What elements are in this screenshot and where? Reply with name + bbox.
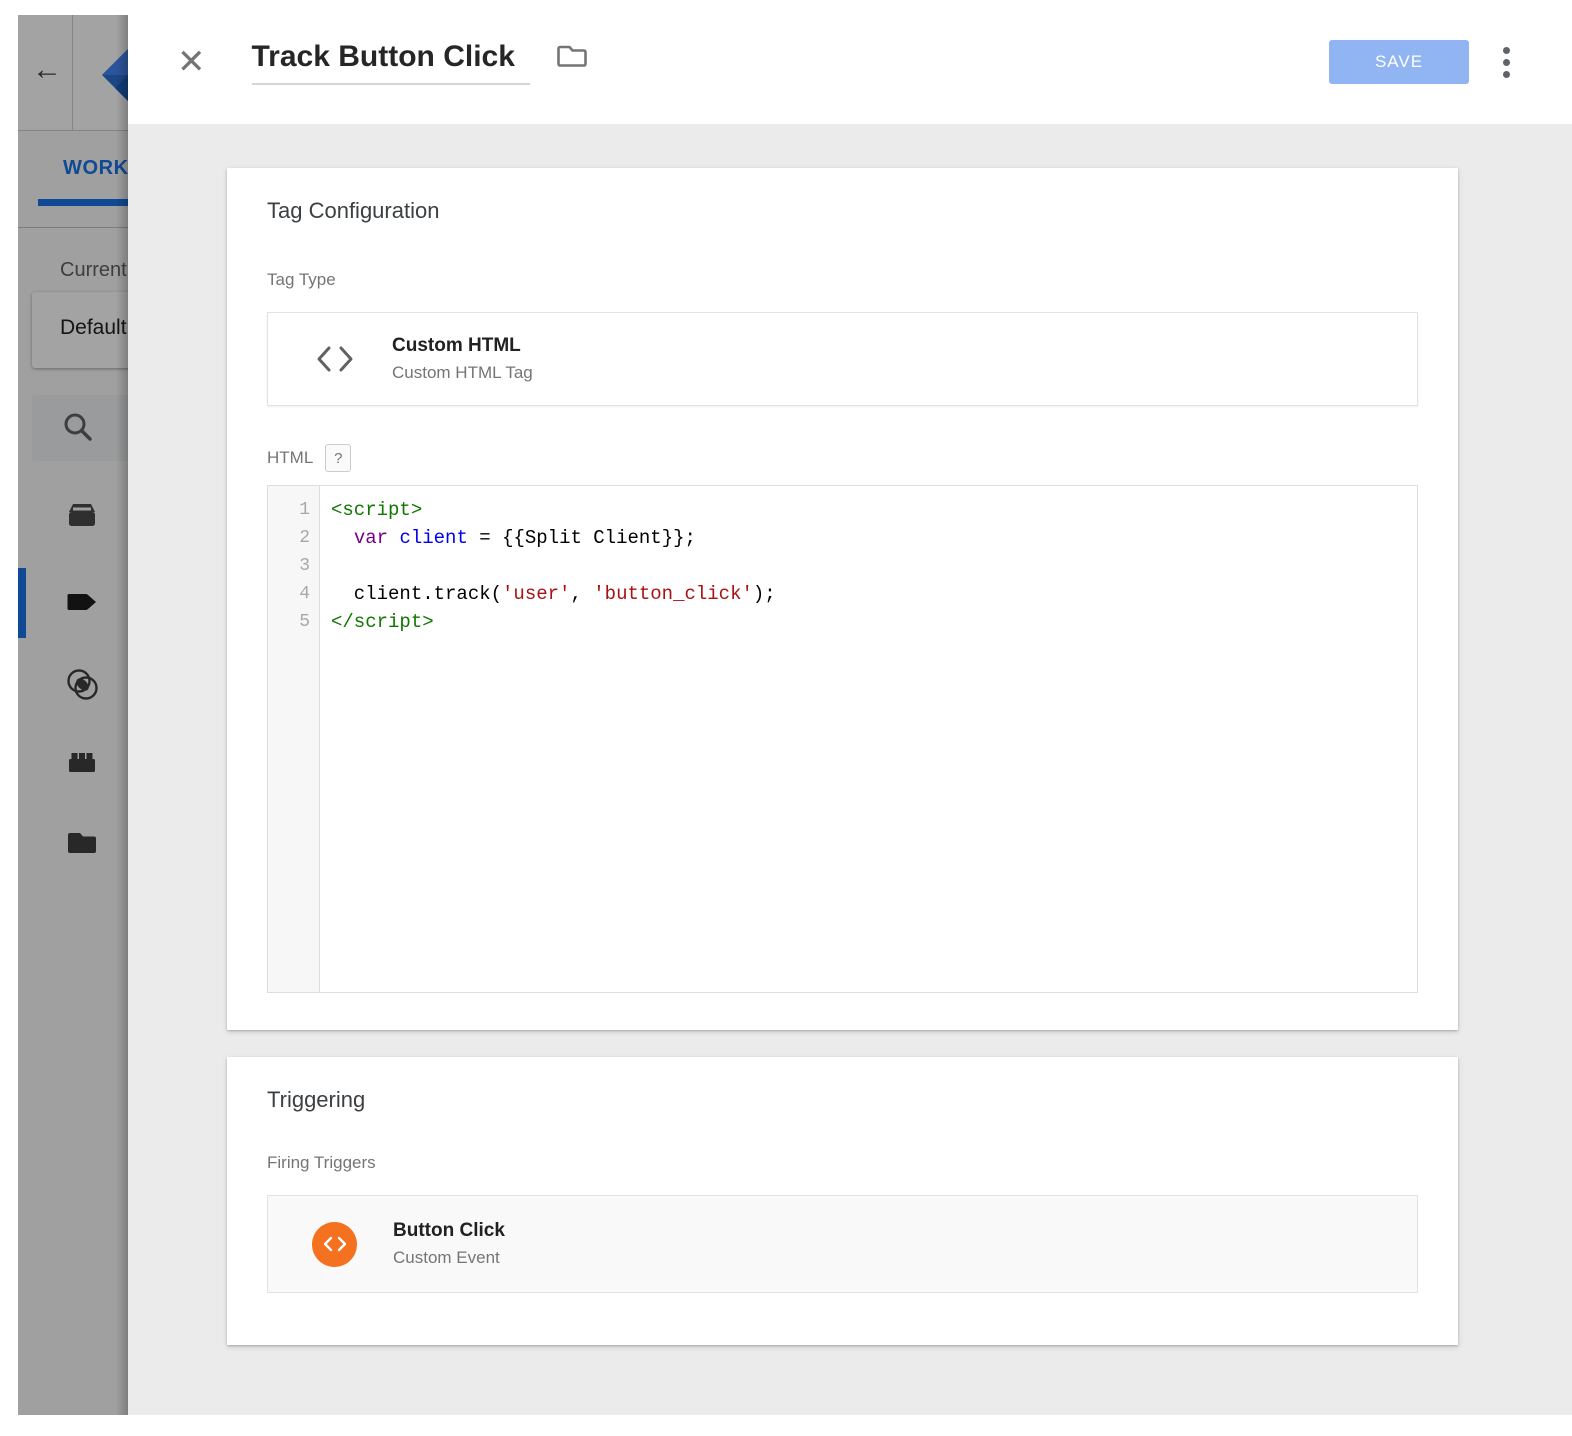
tag-name-value: Track Button Click — [252, 40, 515, 73]
tag-name-field[interactable]: Track Button Click — [252, 40, 530, 85]
tag-configuration-card: Tag Configuration Tag Type Custom HTML C… — [227, 168, 1458, 1030]
html-label: HTML — [267, 448, 313, 468]
code-brackets-icon — [314, 345, 356, 373]
tag-type-selector[interactable]: Custom HTML Custom HTML Tag — [267, 312, 1418, 406]
trigger-row[interactable]: Button Click Custom Event — [267, 1195, 1418, 1293]
trigger-text: Button Click Custom Event — [393, 1220, 505, 1268]
modal-header: ✕ Track Button Click SAVE — [128, 0, 1572, 124]
tag-type-label: Tag Type — [267, 270, 1418, 290]
code-editor[interactable]: 12345 <script> var client = {{Split Clie… — [267, 485, 1418, 993]
firing-triggers-label: Firing Triggers — [267, 1153, 1418, 1173]
trigger-type: Custom Event — [393, 1248, 505, 1268]
folder-icon[interactable] — [556, 42, 588, 75]
save-button[interactable]: SAVE — [1329, 40, 1469, 84]
help-icon[interactable]: ? — [325, 444, 351, 472]
html-label-row: HTML ? — [267, 444, 1418, 472]
modal-body: Tag Configuration Tag Type Custom HTML C… — [128, 124, 1572, 1345]
tag-editor-modal: ✕ Track Button Click SAVE Tag Configurat… — [128, 0, 1572, 1415]
more-options-icon[interactable] — [1503, 47, 1510, 78]
tag-configuration-heading: Tag Configuration — [267, 198, 1418, 224]
close-icon[interactable]: ✕ — [177, 45, 206, 79]
modal-scrim — [18, 15, 128, 1415]
code-editor-content[interactable]: <script> var client = {{Split Client}}; … — [320, 486, 776, 992]
code-editor-gutter: 12345 — [268, 486, 320, 992]
tag-type-name: Custom HTML — [392, 335, 533, 357]
background-app: ← WORK Current Default — [18, 15, 128, 1415]
trigger-name: Button Click — [393, 1220, 505, 1242]
tag-type-description: Custom HTML Tag — [392, 363, 533, 383]
modal-edge-shadow — [116, 15, 128, 1415]
custom-event-icon — [312, 1222, 357, 1267]
triggering-heading: Triggering — [267, 1087, 1418, 1113]
triggering-card: Triggering Firing Triggers Button Click … — [227, 1057, 1458, 1345]
tag-type-text: Custom HTML Custom HTML Tag — [392, 335, 533, 383]
